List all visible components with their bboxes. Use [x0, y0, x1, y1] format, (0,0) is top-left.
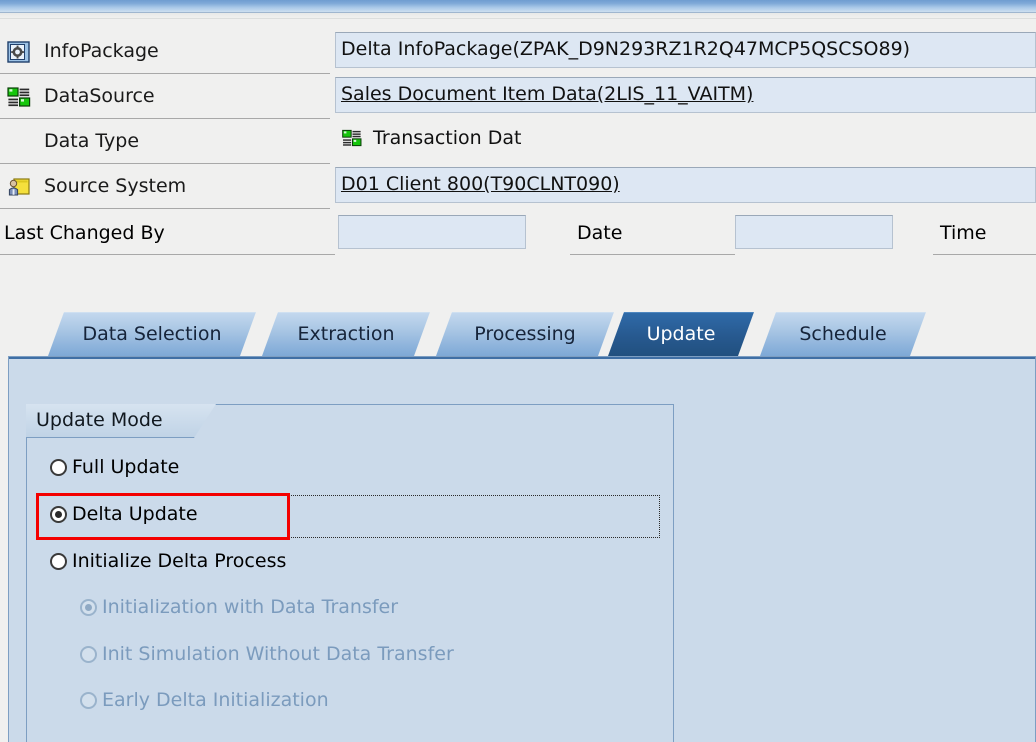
- radio-initialization-with-data-transfer: Initialization with Data Transfer: [80, 596, 398, 626]
- radio-initialization-with-data-transfer-mark: [80, 599, 97, 616]
- field-row-data-type: Data Type Transaction Dat: [0, 120, 1036, 165]
- field-value-source-system[interactable]: D01 Client 800(T90CLNT090): [335, 167, 1036, 203]
- tab-extraction[interactable]: Extraction: [262, 312, 430, 356]
- radio-initialize-delta-process-mark: [50, 553, 67, 570]
- field-label-data-type: Data Type: [0, 120, 330, 164]
- radio-initialize-delta-process[interactable]: Initialize Delta Process: [50, 550, 286, 580]
- datasource-icon: [6, 84, 32, 110]
- tab-data-selection[interactable]: Data Selection: [48, 312, 256, 356]
- field-label-datasource-text: DataSource: [44, 85, 155, 107]
- divider-date: [570, 254, 735, 255]
- source-system-icon: [6, 174, 32, 200]
- radio-init-simulation-without-data-transfer-label: Init Simulation Without Data Transfer: [102, 643, 454, 665]
- tab-schedule-label: Schedule: [799, 323, 887, 345]
- field-row-last-changed: Last Changed By Date Time: [0, 210, 1036, 258]
- field-label-infopackage-text: InfoPackage: [44, 40, 159, 62]
- infopackage-icon: [6, 39, 32, 65]
- tab-processing-label: Processing: [474, 323, 576, 345]
- field-label-date: Date: [577, 222, 623, 244]
- radio-initialize-delta-process-label: Initialize Delta Process: [72, 550, 287, 572]
- data-type-value: Transaction Dat: [335, 122, 1036, 158]
- divider-last-changed-by: [0, 254, 335, 255]
- tab-processing[interactable]: Processing: [436, 312, 614, 356]
- radio-early-delta-initialization: Early Delta Initialization: [80, 689, 329, 719]
- field-value-datasource[interactable]: Sales Document Item Data(2LIS_11_VAITM): [335, 77, 1036, 113]
- source-system-link[interactable]: D01 Client 800(T90CLNT090): [335, 167, 1036, 203]
- radio-initialization-with-data-transfer-label: Initialization with Data Transfer: [102, 596, 399, 618]
- tab-extraction-label: Extraction: [297, 323, 395, 345]
- field-label-infopackage: InfoPackage: [0, 30, 330, 74]
- field-label-source-system-text: Source System: [44, 175, 187, 197]
- update-mode-group-title: Update Mode: [36, 409, 163, 431]
- infopackage-header-fields: InfoPackage Delta InfoPackage(ZPAK_D9N29…: [0, 30, 1036, 270]
- tab-update-label: Update: [646, 323, 716, 345]
- data-type-value-text: Transaction Dat: [373, 127, 522, 149]
- update-tab-panel-topline: [9, 357, 1035, 359]
- field-row-datasource: DataSource Sales Document Item Data(2LIS…: [0, 75, 1036, 120]
- field-value-infopackage[interactable]: Delta InfoPackage(ZPAK_D9N293RZ1R2Q47MCP…: [335, 32, 1036, 68]
- tab-update[interactable]: Update: [608, 312, 754, 356]
- datasource-link[interactable]: Sales Document Item Data(2LIS_11_VAITM): [335, 77, 1036, 113]
- field-value-data-type: Transaction Dat: [335, 122, 1036, 158]
- field-label-time: Time: [940, 222, 987, 244]
- radio-init-simulation-without-data-transfer-mark: [80, 646, 97, 663]
- datasource-value-text: Sales Document Item Data(2LIS_11_VAITM): [341, 83, 754, 105]
- field-label-data-type-text: Data Type: [44, 130, 140, 152]
- radio-early-delta-initialization-label: Early Delta Initialization: [102, 689, 329, 711]
- radio-early-delta-initialization-mark: [80, 692, 97, 709]
- radio-full-update-mark: [50, 459, 67, 476]
- field-label-last-changed-by: Last Changed By: [4, 222, 165, 244]
- infopackage-value-text: Delta InfoPackage(ZPAK_D9N293RZ1R2Q47MCP…: [341, 38, 911, 60]
- datasource-icon: [340, 127, 364, 149]
- field-label-source-system: Source System: [0, 165, 330, 209]
- tab-schedule[interactable]: Schedule: [760, 312, 926, 356]
- infopackage-input[interactable]: Delta InfoPackage(ZPAK_D9N293RZ1R2Q47MCP…: [335, 32, 1036, 68]
- window-title-shadow: [0, 13, 1036, 19]
- delta-update-focus-outline: [38, 495, 660, 538]
- last-changed-by-input[interactable]: [338, 215, 526, 249]
- field-row-infopackage: InfoPackage Delta InfoPackage(ZPAK_D9N29…: [0, 30, 1036, 75]
- radio-full-update[interactable]: Full Update: [50, 456, 179, 486]
- window-title-bar: [0, 0, 1036, 13]
- field-label-datasource: DataSource: [0, 75, 330, 119]
- field-row-source-system: Source System D01 Client 800(T90CLNT090): [0, 165, 1036, 210]
- tab-data-selection-label: Data Selection: [82, 323, 222, 345]
- radio-full-update-label: Full Update: [72, 456, 180, 478]
- divider-time: [933, 254, 1036, 255]
- infopackage-tabstrip: Data Selection Extraction Processing Upd…: [0, 312, 1036, 358]
- radio-init-simulation-without-data-transfer: Init Simulation Without Data Transfer: [80, 643, 454, 673]
- source-system-value-text: D01 Client 800(T90CLNT090): [341, 173, 620, 195]
- date-input[interactable]: [735, 215, 893, 249]
